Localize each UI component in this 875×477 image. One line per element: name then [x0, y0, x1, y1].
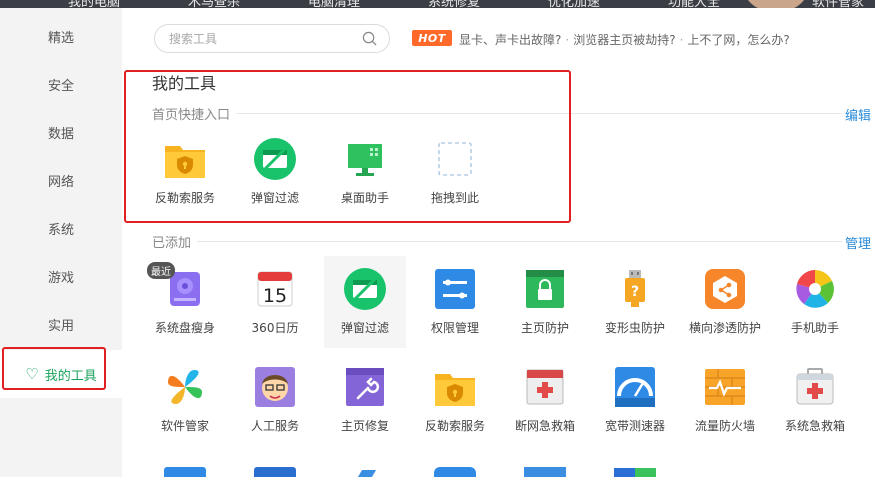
top-nav-item[interactable]: 电脑清理 — [308, 0, 360, 8]
partial-tool-icon[interactable] — [254, 467, 296, 477]
usb-question-icon: ? — [625, 270, 645, 307]
quick-item[interactable]: 桌面助手 — [324, 126, 406, 218]
software-manager-icon — [168, 370, 202, 404]
partial-tool-icon[interactable] — [524, 467, 566, 477]
added-item[interactable]: 横向渗透防护 — [684, 256, 766, 348]
section-label-added: 已添加 — [152, 232, 198, 251]
sidebar-item-featured[interactable]: 精选 — [0, 12, 122, 60]
recent-badge: 最近 — [147, 262, 175, 279]
traffic-firewall-icon — [705, 369, 745, 405]
system-firstaid-icon — [796, 368, 834, 405]
human-service-icon — [255, 367, 295, 407]
network-firstaid-icon — [526, 369, 564, 405]
sidebar-item-utilities[interactable]: 实用 — [0, 300, 122, 348]
added-item[interactable]: 主页防护 — [504, 256, 586, 348]
top-nav-item[interactable]: 优化加速 — [548, 0, 600, 8]
partial-tool-icon[interactable] — [164, 467, 206, 477]
sidebar-item-system[interactable]: 系统 — [0, 204, 122, 252]
added-item[interactable]: 手机助手 — [774, 256, 856, 348]
svg-text:?: ? — [631, 284, 639, 300]
added-item[interactable]: 反勒索服务 — [414, 354, 496, 446]
added-item[interactable]: 宽带测速器 — [594, 354, 676, 446]
divider — [152, 241, 842, 242]
folder-shield-icon — [165, 146, 205, 178]
partial-tool-icon[interactable] — [357, 470, 377, 477]
heart-icon: ♡ — [25, 365, 39, 383]
added-item[interactable]: 人工服务 — [234, 354, 316, 446]
homepage-lock-icon — [526, 270, 564, 308]
quick-item[interactable]: 拖拽到此 — [414, 126, 496, 218]
added-item[interactable]: 断网急救箱 — [504, 354, 586, 446]
hot-badge: HOT — [412, 30, 452, 46]
sidebar-item-security[interactable]: 安全 — [0, 60, 122, 108]
avatar — [745, 0, 807, 8]
quick-item[interactable]: 反勒索服务 — [144, 126, 226, 218]
hot-link[interactable]: 上不了网，怎么办? — [687, 33, 789, 47]
page-title: 我的工具 — [152, 74, 217, 93]
sidebar: 精选 安全 数据 网络 系统 游戏 实用 ♡ 我的工具 — [0, 8, 122, 477]
added-item[interactable]: 流量防火墙 — [684, 354, 766, 446]
top-nav-item[interactable]: 木马查杀 — [188, 0, 240, 8]
network-share-icon — [705, 269, 745, 309]
homepage-repair-icon — [346, 368, 384, 406]
top-nav: 我的电脑 木马查杀 电脑清理 系统修复 优化加速 功能大全 软件管家 — [0, 0, 875, 8]
sidebar-item-my-tools[interactable]: ♡ 我的工具 — [0, 350, 122, 398]
partial-tool-icon[interactable] — [614, 468, 656, 477]
hot-link[interactable]: 浏览器主页被劫持? — [573, 33, 675, 47]
svg-text:15: 15 — [263, 285, 287, 307]
section-label-quick: 首页快捷入口 — [152, 104, 237, 123]
partial-tool-icon[interactable] — [434, 467, 476, 477]
added-item[interactable]: 软件管家 — [144, 354, 226, 446]
search-input[interactable] — [169, 30, 359, 48]
phone-assistant-icon — [796, 270, 834, 308]
added-item[interactable]: 权限管理 — [414, 256, 496, 348]
search-icon[interactable] — [362, 31, 377, 46]
top-nav-item[interactable]: 我的电脑 — [68, 0, 120, 8]
drop-placeholder-icon — [438, 142, 472, 176]
sidebar-item-games[interactable]: 游戏 — [0, 252, 122, 300]
hot-news: 显卡、声卡出故障? · 浏览器主页被劫持? · 上不了网，怎么办? — [459, 33, 790, 47]
desktop-assistant-icon — [348, 144, 382, 176]
edit-button[interactable]: 编辑 — [845, 105, 871, 124]
sidebar-item-data[interactable]: 数据 — [0, 108, 122, 156]
calendar-icon: 15 — [257, 271, 293, 307]
top-nav-item[interactable]: 功能大全 — [668, 0, 720, 8]
added-item[interactable]: 15 360日历 — [234, 256, 316, 348]
top-nav-item[interactable]: 软件管家 — [812, 0, 864, 8]
hot-link[interactable]: 显卡、声卡出故障? — [459, 33, 561, 47]
search-box — [154, 24, 390, 53]
added-item[interactable]: ? 变形虫防护 — [594, 256, 676, 348]
divider — [152, 113, 842, 114]
quick-item[interactable]: 弹窗过滤 — [234, 126, 316, 218]
popup-filter-icon — [254, 138, 296, 180]
added-item[interactable]: 系统急救箱 — [774, 354, 856, 446]
permission-icon — [435, 269, 475, 309]
folder-shield-icon — [435, 374, 475, 406]
manage-button[interactable]: 管理 — [845, 233, 871, 252]
added-item[interactable]: 主页修复 — [324, 354, 406, 446]
top-nav-item[interactable]: 系统修复 — [428, 0, 480, 8]
popup-filter-icon — [344, 268, 386, 310]
sidebar-item-network[interactable]: 网络 — [0, 156, 122, 204]
speedtest-icon — [615, 367, 655, 407]
added-item[interactable]: 弹窗过滤 — [324, 256, 406, 348]
added-item[interactable]: 最近 系统盘瘦身 — [144, 256, 226, 348]
